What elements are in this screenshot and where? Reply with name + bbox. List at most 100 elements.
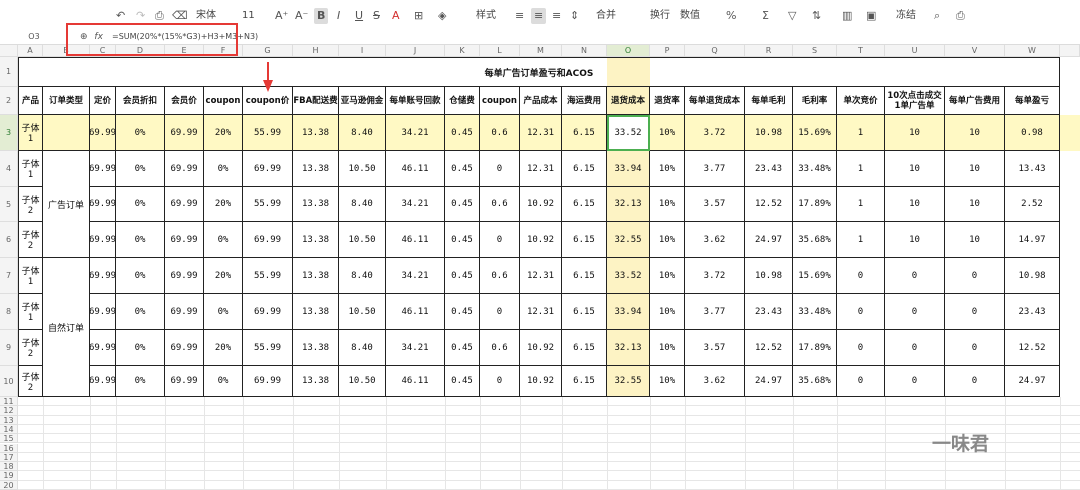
row-header-7[interactable]: 7 [0,258,18,294]
strikethrough-icon[interactable]: S [373,8,380,24]
font-color-icon[interactable]: A [392,8,400,24]
row-header-20[interactable]: 20 [0,480,18,490]
data-cell-q7[interactable]: 3.72 [685,258,745,294]
header-cell-s[interactable]: 毛利率 [793,87,837,115]
column-header-b[interactable]: B [43,45,90,57]
align-right-icon[interactable]: ≡ [552,8,561,24]
data-cell-l10[interactable]: 0 [480,366,520,397]
data-cell-r3[interactable]: 10.98 [745,115,793,151]
data-cell-r8[interactable]: 23.43 [745,294,793,330]
data-cell-q8[interactable]: 3.77 [685,294,745,330]
row-header-8[interactable]: 8 [0,294,18,330]
row-header-3[interactable]: 3 [0,115,18,151]
header-cell-m[interactable]: 产品成本 [520,87,562,115]
data-cell-m9[interactable]: 10.92 [520,330,562,366]
header-cell-h[interactable]: FBA配送费 [293,87,339,115]
data-cell-f6[interactable]: 0% [204,222,243,258]
data-cell-r9[interactable]: 12.52 [745,330,793,366]
data-cell-l4[interactable]: 0 [480,151,520,187]
data-cell-q5[interactable]: 3.57 [685,187,745,222]
data-cell-m8[interactable]: 12.31 [520,294,562,330]
data-cell-v4[interactable]: 10 [945,151,1005,187]
data-cell-f8[interactable]: 0% [204,294,243,330]
data-cell-s6[interactable]: 35.68% [793,222,837,258]
data-cell-p9[interactable]: 10% [650,330,685,366]
data-cell-e8[interactable]: 69.99 [165,294,204,330]
data-cell-v7[interactable]: 0 [945,258,1005,294]
data-cell-u4[interactable]: 10 [885,151,945,187]
data-cell-p6[interactable]: 10% [650,222,685,258]
data-cell-v3[interactable]: 10 [945,115,1005,151]
data-cell-w9[interactable]: 12.52 [1005,330,1060,366]
vertical-align-icon[interactable]: ⇕ [570,8,579,24]
data-cell-k7[interactable]: 0.45 [445,258,480,294]
header-cell-b[interactable]: 订单类型 [43,87,90,115]
data-cell-c10[interactable]: 69.99 [90,366,116,397]
data-cell-u3[interactable]: 10 [885,115,945,151]
data-cell-f4[interactable]: 0% [204,151,243,187]
header-cell-f[interactable]: coupon [204,87,243,115]
data-cell-d10[interactable]: 0% [116,366,165,397]
data-cell-s8[interactable]: 33.48% [793,294,837,330]
decrease-font-icon[interactable]: A⁻ [295,8,308,24]
data-cell-t3[interactable]: 1 [837,115,885,151]
data-cell-a9[interactable]: 子体2 [18,330,43,366]
data-cell-w10[interactable]: 24.97 [1005,366,1060,397]
data-cell-r10[interactable]: 24.97 [745,366,793,397]
column-header-j[interactable]: J [386,45,445,57]
data-cell-k10[interactable]: 0.45 [445,366,480,397]
column-header-l[interactable]: L [480,45,520,57]
data-cell-j7[interactable]: 34.21 [386,258,445,294]
data-cell-g8[interactable]: 69.99 [243,294,293,330]
column-header-n[interactable]: N [562,45,607,57]
data-cell-g4[interactable]: 69.99 [243,151,293,187]
sum-icon[interactable]: Σ [762,8,769,24]
sort-icon[interactable]: ⇅ [812,8,821,24]
column-header-e[interactable]: E [165,45,204,57]
function-icon[interactable]: fx [94,32,103,42]
data-cell-u8[interactable]: 0 [885,294,945,330]
data-cell-p3[interactable]: 10% [650,115,685,151]
data-cell-d8[interactable]: 0% [116,294,165,330]
data-cell-l6[interactable]: 0 [480,222,520,258]
row-header-5[interactable]: 5 [0,187,18,222]
data-cell-o3[interactable]: 33.52 [607,115,650,151]
data-cell-m10[interactable]: 10.92 [520,366,562,397]
data-cell-s9[interactable]: 17.89% [793,330,837,366]
data-cell-i6[interactable]: 10.50 [339,222,386,258]
header-cell-w[interactable]: 每单盈亏 [1005,87,1060,115]
data-cell-i9[interactable]: 8.40 [339,330,386,366]
data-cell-b3[interactable] [43,115,90,151]
data-cell-k3[interactable]: 0.45 [445,115,480,151]
cell-name-box[interactable]: O3 [0,30,68,44]
data-cell-l9[interactable]: 0.6 [480,330,520,366]
data-cell-j5[interactable]: 34.21 [386,187,445,222]
data-cell-n6[interactable]: 6.15 [562,222,607,258]
clear-format-icon[interactable]: ⌫ [172,8,188,24]
data-cell-a6[interactable]: 子体2 [18,222,43,258]
column-header-s[interactable]: S [793,45,837,57]
data-cell-q4[interactable]: 3.77 [685,151,745,187]
row-header-12[interactable]: 12 [0,406,18,416]
column-header-o[interactable]: O [607,45,650,57]
header-cell-t[interactable]: 单次竞价 [837,87,885,115]
increase-font-icon[interactable]: A⁺ [275,8,288,24]
data-cell-u10[interactable]: 0 [885,366,945,397]
select-all-corner[interactable] [0,45,18,57]
redo-icon[interactable]: ↷ [136,8,145,24]
column-header-d[interactable]: D [116,45,165,57]
filter-icon[interactable]: ▽ [788,8,796,24]
align-left-icon[interactable]: ≡ [515,8,524,24]
data-cell-i3[interactable]: 8.40 [339,115,386,151]
data-cell-c8[interactable]: 69.99 [90,294,116,330]
data-cell-c7[interactable]: 69.99 [90,258,116,294]
header-cell-k[interactable]: 仓储费 [445,87,480,115]
data-cell-d5[interactable]: 0% [116,187,165,222]
row-header-2[interactable]: 2 [0,87,18,115]
data-cell-e3[interactable]: 69.99 [165,115,204,151]
data-cell-t5[interactable]: 1 [837,187,885,222]
merge-button[interactable]: 合并 [596,8,616,24]
border-icon[interactable]: ⊞ [414,8,423,24]
column-header-i[interactable]: I [339,45,386,57]
header-cell-u[interactable]: 10次点击成交1单广告单 [885,87,945,115]
